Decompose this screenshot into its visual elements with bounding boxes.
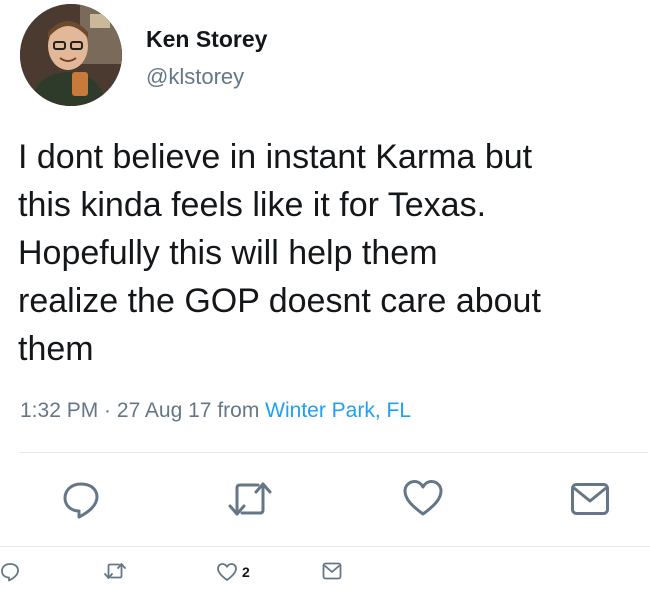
tweet-text: I dont believe in instant Karma but this… [18, 138, 541, 368]
like-icon [216, 562, 238, 582]
retweet-icon [104, 562, 126, 580]
reply-icon [60, 478, 102, 520]
divider [0, 546, 650, 547]
like-icon [402, 478, 444, 518]
secondary-message-button[interactable] [322, 562, 342, 580]
reply-icon [0, 562, 20, 582]
from-label: from [211, 399, 266, 422]
message-icon [570, 482, 610, 516]
like-count: 2 [242, 564, 250, 580]
secondary-retweet-button[interactable] [104, 562, 126, 580]
tweet-location[interactable]: Winter Park, FL [265, 399, 411, 422]
tweet-date[interactable]: 27 Aug 17 [117, 399, 212, 422]
secondary-like-button[interactable]: 2 [216, 562, 250, 582]
divider [20, 452, 648, 453]
display-name[interactable]: Ken Storey [146, 26, 267, 53]
retweet-icon [228, 480, 272, 518]
tweet-metadata: 1:32 PM · 27 Aug 17 from Winter Park, FL [20, 399, 411, 423]
tweet-time[interactable]: 1:32 PM [20, 399, 98, 422]
reply-button[interactable] [60, 478, 102, 520]
like-button[interactable] [402, 478, 444, 518]
secondary-reply-button[interactable] [0, 562, 20, 582]
user-handle[interactable]: @klstorey [146, 64, 244, 90]
meta-separator: · [98, 399, 117, 422]
retweet-button[interactable] [228, 480, 272, 518]
avatar[interactable] [20, 4, 122, 106]
message-icon [322, 562, 342, 580]
direct-message-button[interactable] [570, 482, 610, 516]
